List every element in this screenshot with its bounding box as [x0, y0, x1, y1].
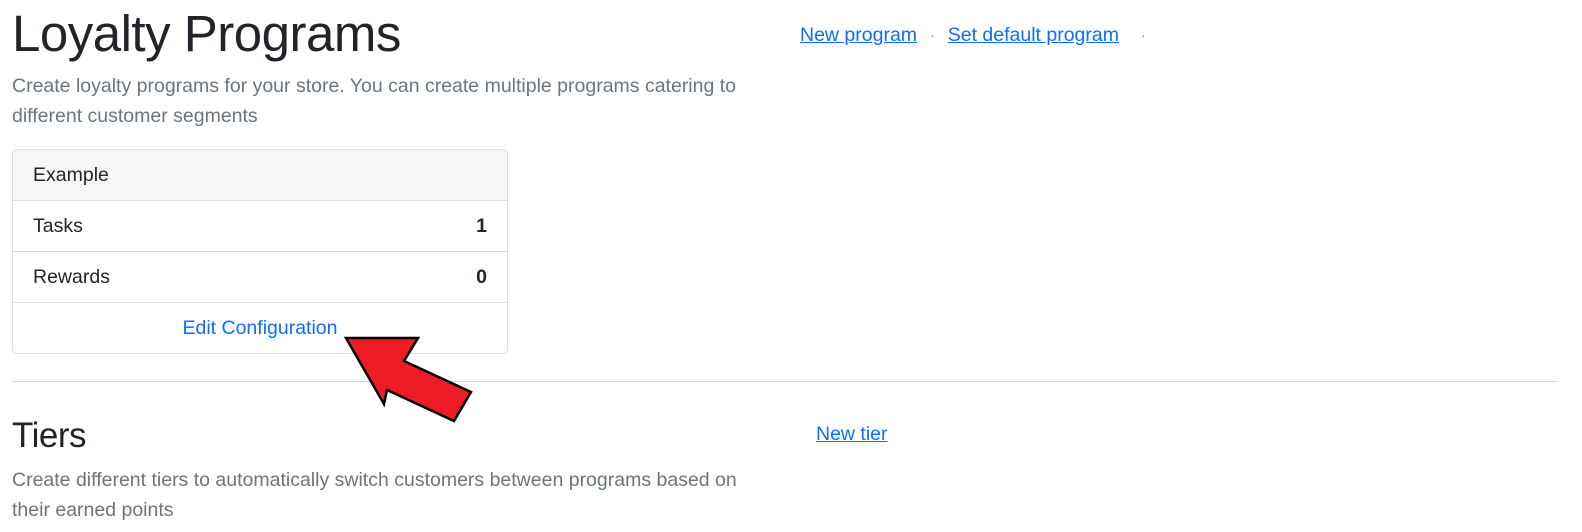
tiers-section-title: Tiers — [12, 416, 86, 455]
new-program-link[interactable]: New program — [800, 24, 917, 47]
tiers-actions: New tier — [816, 423, 888, 446]
program-card-footer: Edit Configuration — [13, 303, 507, 353]
loyalty-programs-page: Loyalty Programs Create loyalty programs… — [0, 0, 1582, 532]
actions-separator: · — [930, 27, 935, 43]
new-tier-link[interactable]: New tier — [816, 423, 888, 445]
row-value-rewards: 0 — [476, 265, 487, 288]
program-card-example: Example Tasks 1 Rewards 0 Edit Configura… — [12, 149, 508, 354]
program-card-title: Example — [13, 150, 507, 201]
section-divider — [12, 381, 1558, 382]
tiers-description: Create different tiers to automatically … — [12, 469, 737, 521]
programs-page-title: Loyalty Programs — [12, 5, 401, 62]
actions-trailing-separator: · — [1140, 27, 1146, 43]
set-default-program-link[interactable]: Set default program — [948, 24, 1119, 47]
programs-description: Create loyalty programs for your store. … — [12, 75, 737, 127]
row-label-rewards: Rewards — [33, 265, 110, 288]
edit-configuration-link[interactable]: Edit Configuration — [182, 317, 337, 340]
program-card-row-rewards: Rewards 0 — [13, 252, 507, 303]
programs-actions: New program · Set default program · — [800, 20, 1159, 50]
row-label-tasks: Tasks — [33, 214, 83, 237]
program-card-row-tasks: Tasks 1 — [13, 201, 507, 252]
row-value-tasks: 1 — [476, 214, 487, 237]
